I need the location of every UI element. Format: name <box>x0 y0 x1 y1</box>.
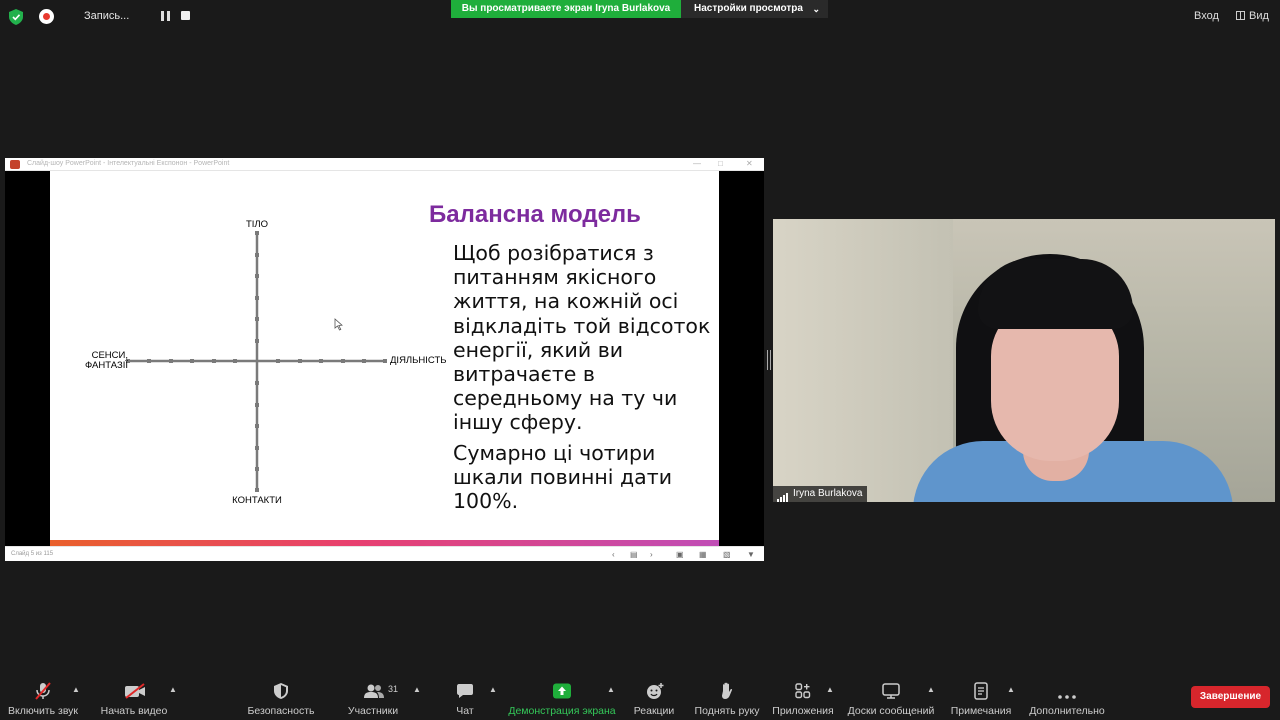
slide-title: Балансна модель <box>429 201 641 228</box>
sorter-view-icon[interactable]: ▦ <box>699 550 707 559</box>
security-shield-icon <box>274 683 288 699</box>
video-background <box>773 219 953 502</box>
muted-mic-icon <box>35 682 51 700</box>
participants-label: Участники <box>347 705 399 717</box>
chevron-down-icon: ⌄ <box>812 4 820 14</box>
axis-label-right: ДІЯЛЬНІСТЬ <box>390 355 447 366</box>
share-screen-label: Демонстрация экрана <box>508 705 616 717</box>
unmute-label: Включить звук <box>7 705 79 717</box>
reactions-button[interactable]: Реакции <box>629 672 679 720</box>
powerpoint-title-bar: Слайд-шоу PowerPoint - Інтелектуальні Ек… <box>5 158 764 171</box>
mouse-cursor-icon <box>334 318 343 331</box>
participant-name-tag: Iryna Burlakova <box>773 486 868 502</box>
participant-fringe <box>978 259 1133 329</box>
apps-icon <box>795 683 811 699</box>
slide-paragraph-2: Сумарно ці чотири шкали повинні дати 100… <box>453 440 673 514</box>
chat-label: Чат <box>456 705 474 717</box>
axis-label-left: СЕНСИ, ФАНТАЗІЇ <box>74 351 128 371</box>
meeting-top-bar: Запись... Вы просматриваете экран Iryna … <box>0 0 1280 34</box>
view-settings-dropdown[interactable]: Настройки просмотра ⌄ <box>681 0 828 18</box>
share-screen-icon <box>553 683 571 699</box>
window-title: Слайд-шоу PowerPoint - Інтелектуальні Ек… <box>27 160 230 167</box>
participant-name: Iryna Burlakova <box>793 488 863 499</box>
end-meeting-button[interactable]: Завершение <box>1191 686 1270 708</box>
chat-bubble-icon <box>457 684 473 698</box>
raise-hand-label: Поднять руку <box>694 705 760 717</box>
start-video-button[interactable]: ▲ Начать видео <box>96 672 177 720</box>
enter-button[interactable]: Вход <box>1194 10 1219 22</box>
security-button[interactable]: Безопасность <box>243 672 319 720</box>
notes-caret-icon[interactable]: ▲ <box>1007 685 1015 694</box>
participants-button[interactable]: 31 ▲ Участники <box>340 672 421 720</box>
axis-label-left-line2: ФАНТАЗІЇ <box>85 360 128 371</box>
unmute-button[interactable]: ▲ Включить звук <box>0 672 86 720</box>
participants-count: 31 <box>388 684 399 694</box>
audio-options-caret-icon[interactable]: ▲ <box>72 685 80 694</box>
view-button[interactable]: Вид <box>1236 10 1269 22</box>
signal-strength-icon <box>777 487 789 502</box>
share-caret-icon[interactable]: ▲ <box>607 685 615 694</box>
reactions-label: Реакции <box>633 705 675 717</box>
reading-view-icon[interactable]: ▧ <box>723 550 731 559</box>
next-slide-icon[interactable]: › <box>650 550 653 559</box>
slide-menu-icon[interactable]: ▤ <box>630 550 638 559</box>
reactions-icon <box>647 683 664 699</box>
share-screen-button[interactable]: ▲ Демонстрация экрана <box>507 672 617 720</box>
minimize-icon[interactable]: — <box>693 159 701 168</box>
chat-button[interactable]: ▲ Чат <box>445 672 497 720</box>
whiteboards-label: Доски сообщений <box>847 705 935 717</box>
apps-caret-icon[interactable]: ▲ <box>826 685 834 694</box>
shared-screen[interactable]: Слайд-шоу PowerPoint - Інтелектуальні Ек… <box>5 158 764 561</box>
slide-body: Щоб розібратися з питанням якісного житт… <box>453 241 715 519</box>
video-options-caret-icon[interactable]: ▲ <box>169 685 177 694</box>
pause-recording-button[interactable] <box>161 11 170 21</box>
prev-slide-icon[interactable]: ‹ <box>612 550 615 559</box>
slide-paragraph-1: Щоб розібратися з питанням якісного житт… <box>453 241 711 435</box>
powerpoint-icon <box>10 160 20 169</box>
participant-video[interactable]: Iryna Burlakova <box>773 219 1275 502</box>
raise-hand-icon <box>722 682 733 699</box>
slideshow-view-icon[interactable]: ▼ <box>747 550 755 559</box>
notes-label: Примечания <box>950 705 1012 717</box>
whiteboards-caret-icon[interactable]: ▲ <box>927 685 935 694</box>
participants-caret-icon[interactable]: ▲ <box>413 685 421 694</box>
whiteboard-icon <box>882 683 900 699</box>
more-label: Дополнительно <box>1029 705 1105 717</box>
notes-button[interactable]: ▲ Примечания <box>947 672 1015 720</box>
meeting-toolbar: ▲ Включить звук ▲ Начать видео Безопасно… <box>0 672 1280 720</box>
axis-label-top: ТІЛО <box>245 219 269 230</box>
normal-view-icon[interactable]: ▣ <box>676 550 684 559</box>
encryption-shield-icon[interactable] <box>9 9 23 25</box>
recording-label: Запись... <box>84 10 130 22</box>
view-settings-label: Настройки просмотра <box>694 3 803 14</box>
view-button-label: Вид <box>1249 10 1269 22</box>
apps-label: Приложения <box>772 705 834 717</box>
splitter-handle[interactable] <box>767 350 771 370</box>
powerpoint-status-bar: Слайд 5 из 115 ‹ ▤ › ▣ ▦ ▧ ▼ <box>5 546 764 561</box>
security-label: Безопасность <box>247 705 315 717</box>
raise-hand-button[interactable]: Поднять руку <box>692 672 762 720</box>
notes-icon <box>974 682 988 700</box>
start-video-label: Начать видео <box>100 705 168 717</box>
maximize-icon[interactable]: □ <box>718 159 723 168</box>
axis-label-bottom: КОНТАКТИ <box>232 495 282 506</box>
chat-caret-icon[interactable]: ▲ <box>489 685 497 694</box>
more-button[interactable]: Дополнительно <box>1026 672 1108 720</box>
slide-counter: Слайд 5 из 115 <box>11 551 54 557</box>
close-icon[interactable]: ✕ <box>746 159 753 168</box>
viewing-screen-banner: Вы просматриваете экран Iryna Burlakova <box>451 0 681 18</box>
slide: ТІЛО ДІЯЛЬНІСТЬ КОНТАКТИ СЕНСИ, ФАНТАЗІЇ… <box>50 171 719 546</box>
whiteboards-button[interactable]: ▲ Доски сообщений <box>846 672 936 720</box>
view-layout-icon <box>1236 11 1245 20</box>
participants-icon <box>364 684 384 698</box>
video-off-icon <box>125 683 145 699</box>
apps-button[interactable]: ▲ Приложения <box>771 672 835 720</box>
more-dots-icon <box>1058 695 1076 699</box>
recording-indicator-icon <box>39 9 54 24</box>
stop-recording-button[interactable] <box>181 11 190 20</box>
